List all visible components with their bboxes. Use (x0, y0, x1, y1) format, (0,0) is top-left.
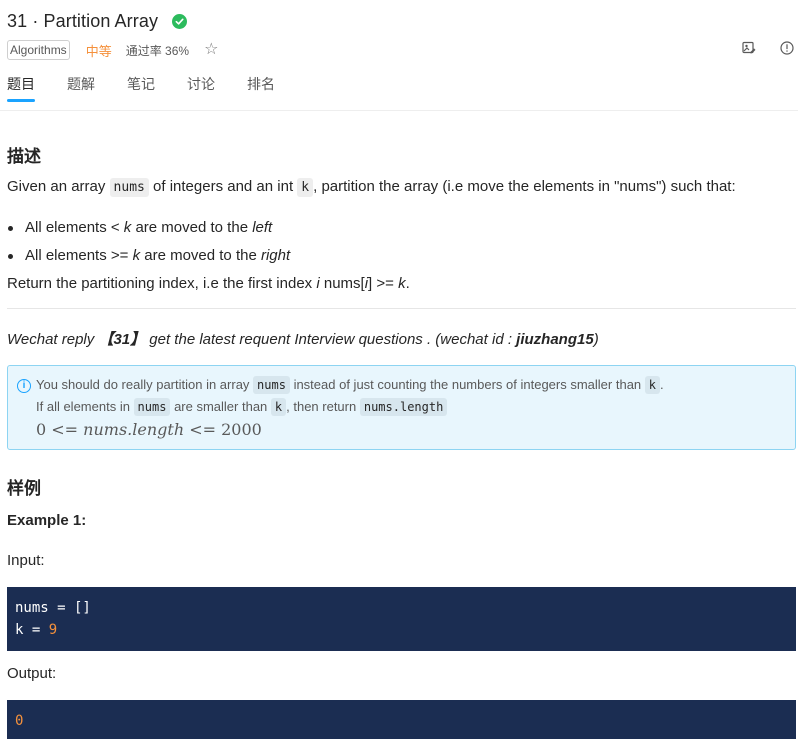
list-item: All elements < k are moved to the left (7, 217, 796, 239)
output-label: Output: (7, 665, 57, 682)
output-codeblock: 0 (7, 700, 796, 739)
input-label: Input: (7, 552, 45, 569)
check-icon (172, 13, 188, 29)
header-actions (742, 41, 794, 59)
info-circle-icon[interactable] (780, 41, 794, 59)
description-heading: 描述 (7, 147, 41, 166)
inline-code-nums: nums (109, 178, 149, 197)
wechat-reply: Wechat reply 【31】 get the latest requent… (7, 331, 599, 348)
problem-header: 31 · Partition Array Algorithms 中等 通过率 3… (7, 8, 797, 60)
intro-text: of integers and an int (148, 178, 298, 195)
return-text: Return the partitioning index, i.e the f… (7, 275, 410, 292)
divider (7, 308, 796, 309)
code-line: nums = [] (15, 600, 91, 616)
tabs-divider (0, 110, 798, 111)
info-icon: i (17, 379, 31, 393)
example-title: Example 1: (7, 512, 87, 529)
code-line: k = 9 (15, 622, 58, 638)
tab-discuss[interactable]: 讨论 (187, 74, 215, 102)
algorithm-tag[interactable]: Algorithms (7, 40, 70, 60)
tab-ranking[interactable]: 排名 (247, 74, 275, 102)
rule-list: All elements < k are moved to the left A… (7, 217, 796, 267)
description-intro: Given an array nums of integers and an i… (7, 176, 796, 199)
problem-title: 31 · Partition Array (7, 10, 159, 31)
tab-notes[interactable]: 笔记 (127, 74, 155, 102)
input-codeblock: nums = [] k = 9 (7, 587, 796, 651)
acceptance-rate: 通过率 36% (125, 43, 190, 58)
tab-solutions[interactable]: 题解 (67, 74, 95, 102)
intro-text: , partition the array (i.e move the elem… (313, 178, 736, 195)
constraint-formula: 0 <= nums.length <= 2000 (36, 420, 262, 439)
notice-line: You should do really partition in array … (36, 376, 664, 394)
problem-tabs: 题目 题解 笔记 讨论 排名 (7, 74, 307, 102)
list-item: All elements >= k are moved to the right (7, 245, 796, 267)
intro-text: Given an array (7, 178, 110, 195)
difficulty-label: 中等 (85, 43, 112, 59)
code-line: 0 (15, 713, 24, 729)
image-edit-icon[interactable] (742, 41, 756, 59)
notice-line: If all elements in nums are smaller than… (16, 396, 787, 418)
examples-heading: 样例 (7, 479, 41, 498)
problem-content: 描述 Given an array nums of integers and a… (7, 142, 796, 739)
inline-code-k: k (297, 178, 314, 197)
tab-problem[interactable]: 题目 (7, 74, 35, 102)
notice-box: i You should do really partition in arra… (7, 365, 796, 450)
star-icon[interactable]: ☆ (204, 42, 218, 58)
